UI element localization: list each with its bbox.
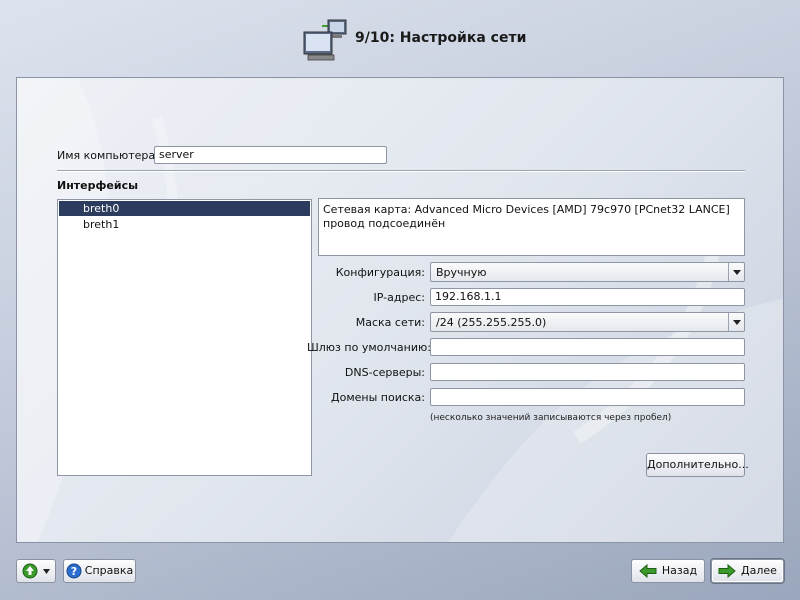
separator bbox=[57, 170, 745, 172]
svg-text:?: ? bbox=[71, 565, 77, 578]
dns-input[interactable] bbox=[430, 363, 745, 381]
hint-text: (несколько значений записываются через п… bbox=[430, 413, 672, 423]
back-button-label: Назад bbox=[661, 564, 698, 577]
ip-label: IP-адрес: bbox=[373, 291, 425, 304]
arrow-left-icon bbox=[639, 564, 657, 578]
interfaces-list[interactable]: breth0 breth1 bbox=[57, 199, 312, 476]
arrow-right-icon bbox=[718, 564, 736, 578]
next-button[interactable]: Далее bbox=[711, 559, 784, 583]
network-computers-icon bbox=[303, 19, 347, 61]
interfaces-title: Интерфейсы bbox=[57, 179, 139, 192]
chevron-down-icon[interactable] bbox=[728, 263, 744, 281]
chevron-down-icon bbox=[43, 568, 51, 574]
list-item-breth0[interactable]: breth0 bbox=[59, 201, 310, 216]
config-mode-label: Конфигурация: bbox=[335, 266, 425, 279]
gateway-label: Шлюз по умолчанию: bbox=[307, 341, 431, 354]
config-mode-value: Вручную bbox=[436, 266, 487, 279]
search-domains-input[interactable] bbox=[430, 388, 745, 406]
netmask-value: /24 (255.255.255.0) bbox=[436, 316, 547, 329]
back-button[interactable]: Назад bbox=[631, 559, 705, 583]
actions-menu-button[interactable] bbox=[16, 559, 56, 583]
netmask-select[interactable]: /24 (255.255.255.0) bbox=[430, 312, 745, 332]
help-button[interactable]: ? Справка bbox=[63, 559, 136, 583]
help-icon: ? bbox=[66, 563, 82, 579]
hostname-input[interactable]: server bbox=[154, 146, 387, 164]
adapter-name: Сетевая карта: Advanced Micro Devices [A… bbox=[323, 203, 730, 216]
hostname-label: Имя компьютера: bbox=[57, 149, 159, 162]
interface-description: Сетевая карта: Advanced Micro Devices [A… bbox=[318, 198, 745, 256]
main-panel: Имя компьютера: server Интерфейсы breth0… bbox=[16, 77, 784, 543]
link-status: провод подсоединён bbox=[323, 217, 446, 230]
search-domains-label: Домены поиска: bbox=[331, 391, 425, 404]
header: 9/10: Настройка сети bbox=[0, 14, 800, 64]
chevron-down-icon[interactable] bbox=[728, 313, 744, 331]
netmask-label: Маска сети: bbox=[355, 316, 425, 329]
config-mode-select[interactable]: Вручную bbox=[430, 262, 745, 282]
gateway-input[interactable] bbox=[430, 338, 745, 356]
list-item-breth1[interactable]: breth1 bbox=[59, 217, 310, 232]
dns-label: DNS-серверы: bbox=[344, 366, 425, 379]
advanced-button[interactable]: Дополнительно... bbox=[646, 453, 749, 477]
up-arrow-icon bbox=[22, 563, 38, 579]
page-title: 9/10: Настройка сети bbox=[355, 30, 527, 46]
help-button-label: Справка bbox=[84, 564, 134, 577]
ip-input[interactable]: 192.168.1.1 bbox=[430, 288, 745, 306]
next-button-label: Далее bbox=[741, 564, 777, 577]
